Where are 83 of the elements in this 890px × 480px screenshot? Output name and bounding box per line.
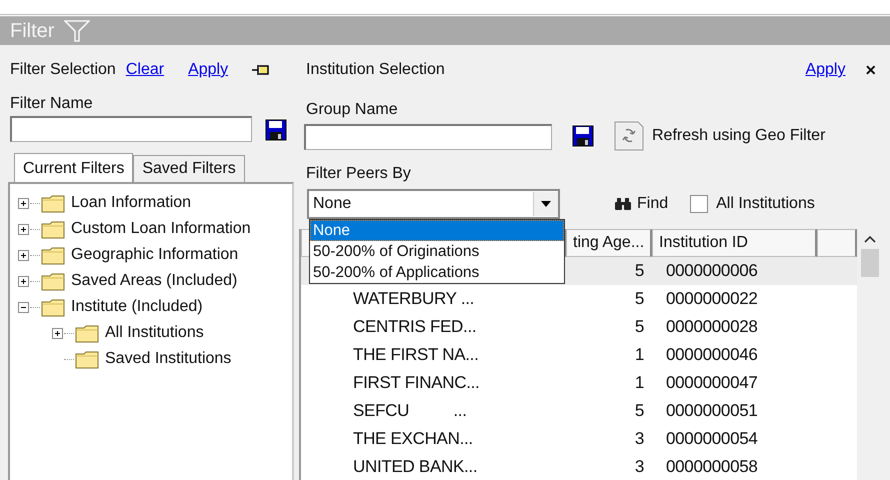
table-cell: 1 — [634, 345, 644, 364]
collapse-icon[interactable] — [18, 302, 29, 312]
filter-peers-dropdown[interactable]: None — [307, 189, 560, 219]
tree-item[interactable]: Saved Institutions — [105, 350, 232, 368]
save-icon[interactable] — [265, 118, 287, 140]
binoculars-icon — [614, 197, 632, 211]
filter-peers-label: Filter Peers By — [305, 164, 412, 184]
table-cell: 0000000006 — [666, 261, 758, 280]
refresh-button[interactable]: Refresh using Geo Filter — [614, 121, 826, 151]
tree-item[interactable]: Loan Information — [71, 194, 192, 212]
table-row[interactable]: CENTRIS FED... 5 0000000028 — [301, 313, 857, 341]
table-cell: 0000000054 — [666, 429, 758, 448]
folder-icon — [75, 324, 99, 342]
expand-icon[interactable] — [52, 328, 63, 338]
group-name-field[interactable] — [304, 124, 552, 150]
scroll-thumb[interactable] — [861, 249, 879, 277]
column-header[interactable]: Institution ID — [652, 229, 817, 257]
expand-icon[interactable] — [18, 276, 29, 286]
refresh-icon — [614, 121, 644, 151]
table-cell: 0000000022 — [666, 289, 758, 308]
apply-link[interactable]: Apply — [805, 61, 846, 79]
table-cell: 0000000058 — [666, 457, 758, 476]
table-cell: 0000000047 — [666, 373, 758, 392]
folder-icon — [41, 298, 65, 316]
toolbar-link[interactable]: Apply — [188, 61, 228, 79]
table-cell: CENTRIS FED... — [353, 317, 476, 336]
dropdown-option[interactable]: 50-200% of Applications — [310, 262, 564, 283]
filter-name-field[interactable] — [10, 116, 252, 142]
expand-icon[interactable] — [18, 250, 29, 260]
toolbar-link[interactable]: Clear — [126, 61, 164, 79]
table-row[interactable]: SEFCU ... 5 0000000051 — [301, 397, 857, 425]
table-cell: 0000000051 — [666, 401, 758, 420]
table-row[interactable]: UNITED BANK... 3 0000000058 — [301, 453, 857, 480]
funnel-icon — [64, 20, 90, 42]
expand-icon[interactable] — [18, 198, 29, 208]
tab[interactable]: Saved Filters — [133, 155, 245, 182]
folder-icon — [41, 272, 65, 290]
table-cell: THE FIRST NA... — [353, 345, 479, 364]
table-cell: 5 — [634, 261, 644, 280]
filter-selection-label: Filter Selection — [10, 61, 116, 79]
save-icon[interactable] — [572, 125, 594, 147]
table-cell: UNITED BANK... — [353, 457, 478, 476]
table-cell: 5 — [634, 317, 644, 336]
tree-item[interactable]: All Institutions — [105, 324, 204, 342]
pin-icon[interactable] — [252, 64, 270, 76]
table-row[interactable]: WATERBURY ... 5 0000000022 — [301, 285, 857, 313]
institution-selection-label: Institution Selection — [306, 61, 445, 79]
table-cell: 3 — [634, 429, 644, 448]
table-row[interactable]: THE EXCHAN... 3 0000000054 — [301, 425, 857, 453]
table-cell: WATERBURY ... — [353, 289, 474, 308]
tab[interactable]: Current Filters — [14, 153, 134, 182]
table-row[interactable]: THE FIRST NA... 1 0000000046 — [301, 341, 857, 369]
tree-item[interactable]: Institute (Included) — [71, 298, 203, 316]
all-institutions-label: All Institutions — [716, 195, 815, 213]
table-cell: 3 — [634, 457, 644, 476]
filter-name-label: Filter Name — [9, 95, 94, 113]
scroll-up-icon[interactable] — [864, 235, 876, 243]
folder-icon — [41, 220, 65, 238]
column-header[interactable]: ting Age... — [566, 229, 652, 257]
window-title: Filter — [10, 20, 54, 42]
tree-item[interactable]: Custom Loan Information — [71, 220, 251, 238]
table-cell: FIRST FINANC... — [353, 373, 480, 392]
tree-item[interactable]: Geographic Information — [71, 246, 238, 264]
table-cell: 5 — [634, 289, 644, 308]
table-row[interactable]: FIRST FINANC... 1 0000000047 — [301, 369, 857, 397]
folder-icon — [41, 194, 65, 212]
folder-icon — [75, 350, 99, 368]
column-header[interactable] — [817, 229, 857, 257]
expand-icon[interactable] — [18, 224, 29, 234]
group-name-label: Group Name — [305, 100, 399, 119]
table-cell: SEFCU ... — [353, 401, 467, 420]
table-cell: THE EXCHAN... — [353, 429, 473, 448]
table-cell: 0000000046 — [666, 345, 758, 364]
table-cell: 1 — [634, 373, 644, 392]
table-cell: 5 — [634, 401, 644, 420]
close-button[interactable]: × — [865, 60, 876, 80]
tree-item[interactable]: Saved Areas (Included) — [71, 272, 238, 290]
checkbox[interactable] — [690, 195, 708, 213]
dropdown-option[interactable]: None — [310, 220, 564, 241]
table-cell: 0000000028 — [666, 317, 758, 336]
find-button[interactable]: Find — [614, 195, 668, 213]
folder-icon — [41, 246, 65, 264]
caret-icon — [541, 201, 551, 207]
